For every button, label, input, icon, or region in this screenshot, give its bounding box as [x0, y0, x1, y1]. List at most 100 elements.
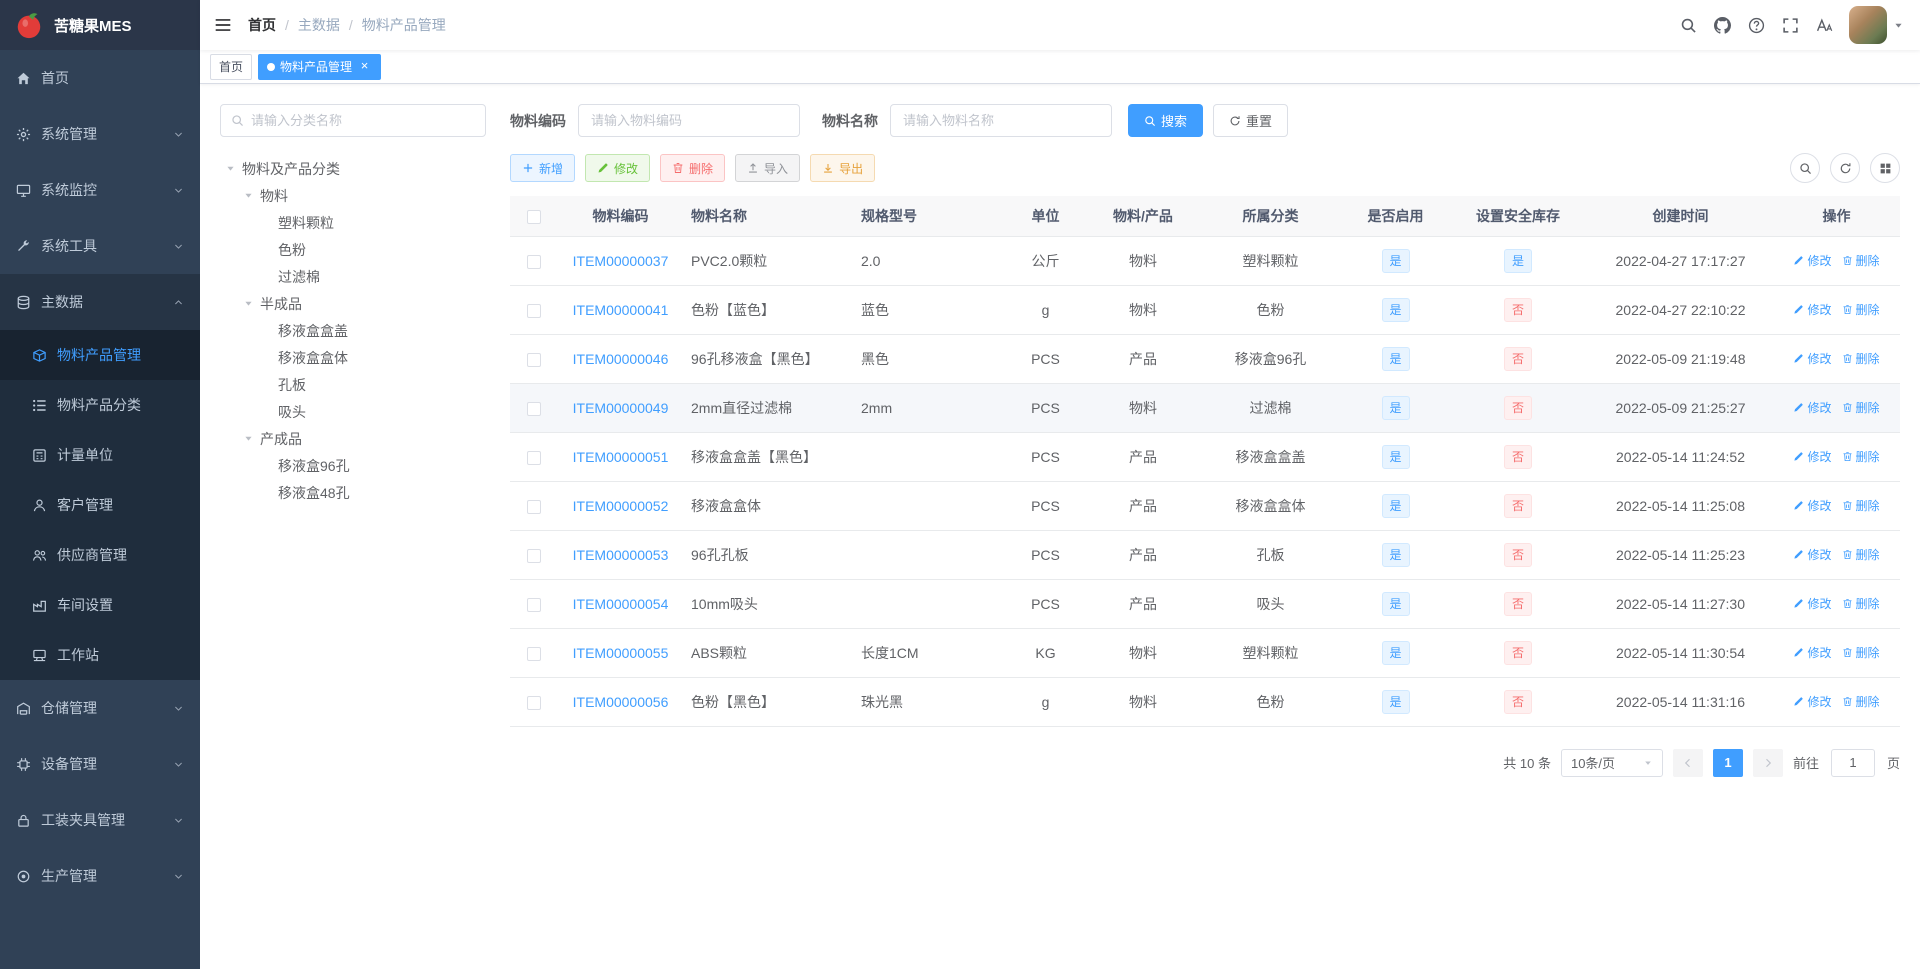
material-code-link[interactable]: ITEM00000053 [573, 547, 669, 563]
next-page-button[interactable] [1752, 748, 1783, 777]
safety-stock-tag[interactable]: 是 [1504, 248, 1532, 273]
row-edit-button[interactable]: 修改 [1793, 448, 1832, 465]
sidebar-item-material-product-category[interactable]: 物料产品分类 [0, 380, 200, 430]
row-checkbox[interactable] [527, 548, 541, 563]
user-menu[interactable] [1849, 6, 1904, 44]
sidebar-item-home[interactable]: 首页 [0, 50, 200, 106]
row-edit-button[interactable]: 修改 [1793, 350, 1832, 367]
tree-node[interactable]: 半成品 [220, 290, 486, 317]
material-code-link[interactable]: ITEM00000056 [573, 694, 669, 710]
row-delete-button[interactable]: 删除 [1842, 350, 1880, 367]
material-code-link[interactable]: ITEM00000049 [573, 400, 669, 416]
material-code-link[interactable]: ITEM00000054 [573, 596, 669, 612]
enabled-tag[interactable]: 是 [1381, 444, 1410, 469]
sidebar-item-workshop-settings[interactable]: 车间设置 [0, 580, 200, 630]
search-button[interactable]: 搜索 [1128, 104, 1204, 137]
row-delete-button[interactable]: 删除 [1842, 497, 1880, 514]
enabled-tag[interactable]: 是 [1381, 493, 1410, 518]
sidebar-item-equipment-management[interactable]: 设备管理 [0, 736, 200, 792]
hamburger-icon[interactable] [214, 16, 232, 34]
tree-node[interactable]: 移液盒盒盖 [220, 317, 486, 344]
enabled-tag[interactable]: 是 [1381, 248, 1410, 273]
sidebar-item-production-management[interactable]: 生产管理 [0, 848, 200, 904]
safety-stock-tag[interactable]: 否 [1504, 395, 1532, 420]
material-code-link[interactable]: ITEM00000055 [573, 645, 669, 661]
row-checkbox[interactable] [527, 695, 541, 710]
row-delete-button[interactable]: 删除 [1842, 693, 1880, 710]
row-edit-button[interactable]: 修改 [1793, 693, 1832, 710]
material-name-input[interactable] [890, 104, 1112, 137]
row-checkbox[interactable] [527, 499, 541, 514]
enabled-tag[interactable]: 是 [1381, 591, 1410, 616]
tree-node[interactable]: 移液盒48孔 [220, 479, 486, 506]
sidebar-item-warehouse-management[interactable]: 仓储管理 [0, 680, 200, 736]
enabled-tag[interactable]: 是 [1381, 542, 1410, 567]
row-delete-button[interactable]: 删除 [1842, 595, 1880, 612]
tree-node[interactable]: 孔板 [220, 371, 486, 398]
fullscreen-button[interactable] [1773, 0, 1807, 50]
row-checkbox[interactable] [527, 254, 541, 269]
sidebar-item-measure-unit[interactable]: 计量单位 [0, 430, 200, 480]
row-edit-button[interactable]: 修改 [1793, 252, 1832, 269]
safety-stock-tag[interactable]: 否 [1504, 640, 1532, 665]
page-number-button[interactable]: 1 [1712, 748, 1743, 777]
page-size-select[interactable]: 10条/页 [1560, 748, 1663, 777]
tree-node[interactable]: 过滤棉 [220, 263, 486, 290]
tree-node[interactable]: 物料及产品分类 [220, 155, 486, 182]
add-button[interactable]: 新增 [510, 154, 576, 182]
material-code-link[interactable]: ITEM00000046 [573, 351, 669, 367]
sidebar-item-customer-management[interactable]: 客户管理 [0, 480, 200, 530]
tree-node[interactable]: 色粉 [220, 236, 486, 263]
sidebar-item-system-admin[interactable]: 系统管理 [0, 106, 200, 162]
goto-page-input[interactable] [1830, 748, 1875, 777]
enabled-tag[interactable]: 是 [1381, 395, 1410, 420]
github-button[interactable] [1705, 0, 1739, 50]
tree-expand-icon[interactable] [242, 298, 255, 309]
row-delete-button[interactable]: 删除 [1842, 399, 1880, 416]
row-edit-button[interactable]: 修改 [1793, 399, 1832, 416]
enabled-tag[interactable]: 是 [1381, 640, 1410, 665]
safety-stock-tag[interactable]: 否 [1504, 346, 1532, 371]
enabled-tag[interactable]: 是 [1381, 689, 1410, 714]
sidebar-item-fixture-management[interactable]: 工装夹具管理 [0, 792, 200, 848]
export-button[interactable]: 导出 [810, 154, 876, 182]
row-checkbox[interactable] [527, 303, 541, 318]
safety-stock-tag[interactable]: 否 [1504, 591, 1532, 616]
row-delete-button[interactable]: 删除 [1842, 546, 1880, 563]
select-all-checkbox[interactable] [527, 209, 541, 224]
tree-node[interactable]: 产成品 [220, 425, 486, 452]
row-checkbox[interactable] [527, 450, 541, 465]
sidebar-item-master-data[interactable]: 主数据 [0, 274, 200, 330]
column-settings-button[interactable] [1870, 153, 1900, 183]
import-button[interactable]: 导入 [735, 154, 801, 182]
edit-button[interactable]: 修改 [585, 154, 651, 182]
material-code-link[interactable]: ITEM00000052 [573, 498, 669, 514]
tree-node[interactable]: 吸头 [220, 398, 486, 425]
row-delete-button[interactable]: 删除 [1842, 301, 1880, 318]
sidebar-item-material-product-management[interactable]: 物料产品管理 [0, 330, 200, 380]
sidebar-item-system-monitor[interactable]: 系统监控 [0, 162, 200, 218]
tab-home[interactable]: 首页 [210, 53, 253, 80]
tab-close-icon[interactable]: × [357, 59, 372, 74]
breadcrumb-item[interactable]: 主数据 [298, 15, 340, 35]
row-edit-button[interactable]: 修改 [1793, 595, 1832, 612]
row-checkbox[interactable] [527, 401, 541, 416]
header-search-button[interactable] [1671, 0, 1705, 50]
safety-stock-tag[interactable]: 否 [1504, 444, 1532, 469]
tab-material-product-management[interactable]: 物料产品管理 × [258, 53, 382, 80]
font-size-button[interactable] [1807, 0, 1841, 50]
safety-stock-tag[interactable]: 否 [1504, 542, 1532, 567]
material-code-input[interactable] [578, 104, 800, 137]
tree-expand-icon[interactable] [224, 163, 237, 174]
safety-stock-tag[interactable]: 否 [1504, 493, 1532, 518]
safety-stock-tag[interactable]: 否 [1504, 297, 1532, 322]
material-code-link[interactable]: ITEM00000037 [573, 253, 669, 269]
material-code-link[interactable]: ITEM00000051 [573, 449, 669, 465]
enabled-tag[interactable]: 是 [1381, 346, 1410, 371]
tree-node[interactable]: 移液盒盒体 [220, 344, 486, 371]
row-checkbox[interactable] [527, 352, 541, 367]
row-checkbox[interactable] [527, 646, 541, 661]
material-code-link[interactable]: ITEM00000041 [573, 302, 669, 318]
tree-node[interactable]: 塑料颗粒 [220, 209, 486, 236]
row-edit-button[interactable]: 修改 [1793, 644, 1832, 661]
